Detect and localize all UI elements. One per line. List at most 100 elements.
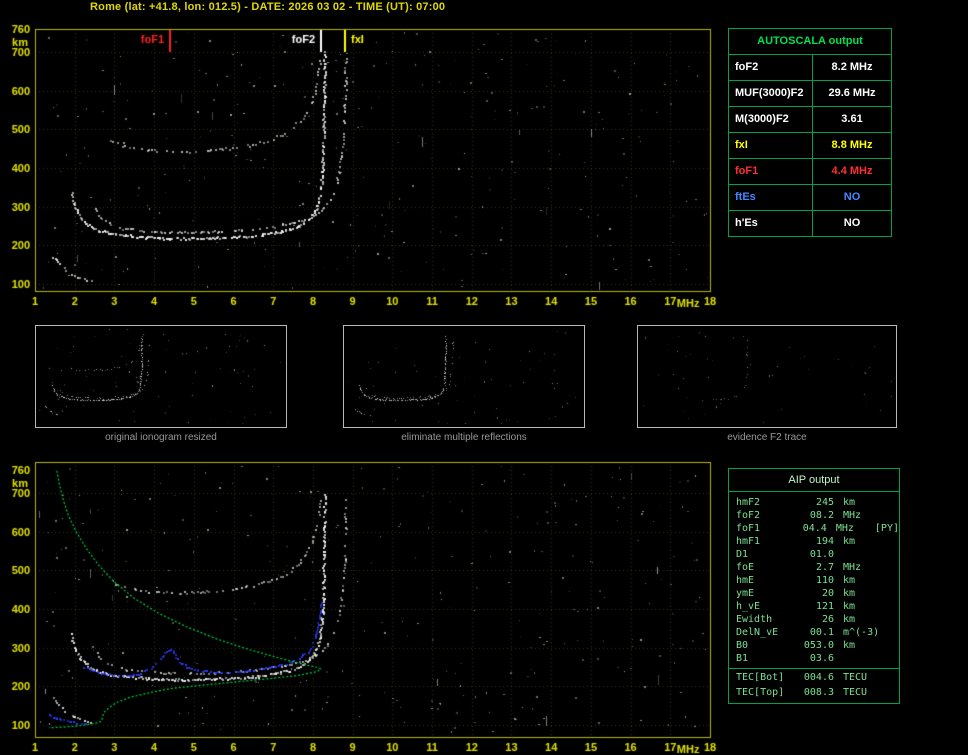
aip-note (883, 535, 899, 548)
aip-value: 2.7 (798, 561, 834, 574)
aip-value: 004.6 (798, 671, 834, 686)
aip-row-B1: B103.6 (729, 652, 899, 665)
autoscala-row-foF2: foF28.2 MHz (729, 55, 891, 81)
aip-label: foF2 (729, 509, 798, 522)
thumbnail-original-ionogram-canvas (36, 326, 286, 427)
aip-row-TEC[Bot]: TEC[Bot]004.6TECU (729, 668, 899, 686)
autoscala-row-value: 3.61 (813, 107, 891, 132)
autoscala-row-label: ftEs (729, 185, 813, 210)
autoscala-row-label: h'Es (729, 211, 813, 236)
aip-value: 00.1 (798, 626, 834, 639)
aip-output-table: AIP output hmF2245kmfoF208.2MHzfoF104.4M… (728, 468, 900, 704)
aip-value: 121 (798, 600, 834, 613)
aip-note (883, 587, 899, 600)
aip-label: DelN_vE (729, 626, 798, 639)
aip-unit: km (834, 535, 883, 548)
aip-note (883, 652, 899, 665)
aip-unit: km (834, 574, 883, 587)
aip-unit: km (834, 600, 883, 613)
aip-row-foE: foE2.7MHz (729, 561, 899, 574)
autoscala-row-value: 8.8 MHz (813, 133, 891, 158)
aip-row-Ewidth: Ewidth26km (729, 613, 899, 626)
aip-label: hmF2 (729, 496, 798, 509)
aip-row-DelN_vE: DelN_vE00.1m^(-3) (729, 626, 899, 639)
aip-label: ymE (729, 587, 798, 600)
aip-note: [PY] (873, 522, 899, 535)
aip-label: D1 (729, 548, 798, 561)
aip-note (883, 561, 899, 574)
aip-row-hmE: hmE110km (729, 574, 899, 587)
aip-label: TEC[Top] (729, 686, 798, 699)
thumbnail-f2-trace (637, 325, 897, 428)
aip-label: h_vE (729, 600, 798, 613)
thumbnail-multiples-removed-canvas (344, 326, 584, 427)
thumbnail-caption-f2: evidence F2 trace (637, 432, 897, 443)
autoscala-row-value: 29.6 MHz (813, 81, 891, 106)
aip-value: 04.4 (793, 522, 826, 535)
aip-note (883, 548, 899, 561)
autoscala-row-label: foF1 (729, 159, 813, 184)
aip-value: 20 (798, 587, 834, 600)
aip-unit: MHz (834, 509, 883, 522)
aip-unit: km (834, 587, 883, 600)
thumbnail-f2-trace-canvas (638, 326, 896, 427)
aip-row-ymE: ymE20km (729, 587, 899, 600)
aip-value: 245 (798, 496, 834, 509)
aip-label: B1 (729, 652, 798, 665)
aip-value: 03.6 (798, 652, 834, 665)
aip-row-D1: D101.0 (729, 548, 899, 561)
page-title: Rome (lat: +41.8, lon: 012.5) - DATE: 20… (90, 1, 445, 13)
autoscala-row-value: 8.2 MHz (813, 55, 891, 80)
aip-unit: km (834, 639, 883, 652)
aip-note (883, 671, 899, 686)
autoscala-row-value: NO (813, 185, 891, 210)
aip-row-B0: B0053.0km (729, 639, 899, 652)
autoscala-row-label: M(3000)F2 (729, 107, 813, 132)
aip-note (883, 613, 899, 626)
aip-unit (834, 548, 883, 561)
aip-note (883, 626, 899, 639)
bottom-ionogram-canvas (0, 456, 726, 755)
aip-note (883, 600, 899, 613)
thumbnail-original-ionogram (35, 325, 287, 428)
aip-note (883, 639, 899, 652)
aip-value: 08.2 (798, 509, 834, 522)
autoscala-table-rows: foF28.2 MHzMUF(3000)F229.6 MHzM(3000)F23… (729, 55, 891, 236)
autoscala-row-label: foF2 (729, 55, 813, 80)
autoscala-row-MUF(3000)F2: MUF(3000)F229.6 MHz (729, 81, 891, 107)
aip-row-TEC[Top]: TEC[Top]008.3TECU (729, 686, 899, 699)
aip-unit: km (834, 613, 883, 626)
aip-value: 110 (798, 574, 834, 587)
aip-row-foF1: foF104.4MHz[PY] (729, 522, 899, 535)
autoscala-output-table: AUTOSCALA output foF28.2 MHzMUF(3000)F22… (728, 28, 892, 237)
aip-row-hmF2: hmF2245km (729, 496, 899, 509)
aip-value: 194 (798, 535, 834, 548)
aip-value: 26 (798, 613, 834, 626)
aip-table-rows: hmF2245kmfoF208.2MHzfoF104.4MHz[PY]hmF11… (729, 492, 899, 699)
autoscala-row-value: 4.4 MHz (813, 159, 891, 184)
aip-value: 008.3 (798, 686, 834, 699)
aip-unit: m^(-3) (834, 626, 883, 639)
aip-unit: TECU (834, 686, 883, 699)
aip-value: 01.0 (798, 548, 834, 561)
aip-value: 053.0 (798, 639, 834, 652)
aip-label: hmE (729, 574, 798, 587)
autoscala-table-title: AUTOSCALA output (729, 29, 891, 55)
aip-unit: MHz (827, 522, 873, 535)
aip-row-foF2: foF208.2MHz (729, 509, 899, 522)
aip-label: foF1 (729, 522, 793, 535)
autoscala-row-foF1: foF14.4 MHz (729, 159, 891, 185)
autoscala-row-value: NO (813, 211, 891, 236)
autoscala-row-fxI: fxI8.8 MHz (729, 133, 891, 159)
aip-row-h_vE: h_vE121km (729, 600, 899, 613)
autoscala-row-M(3000)F2: M(3000)F23.61 (729, 107, 891, 133)
aip-note (883, 496, 899, 509)
aip-label: Ewidth (729, 613, 798, 626)
autoscala-row-label: fxI (729, 133, 813, 158)
thumbnail-multiples-removed (343, 325, 585, 428)
autoscala-row-label: MUF(3000)F2 (729, 81, 813, 106)
aip-row-hmF1: hmF1194km (729, 535, 899, 548)
thumbnail-caption-original: original ionogram resized (35, 432, 287, 443)
aip-unit (834, 652, 883, 665)
aip-unit: MHz (834, 561, 883, 574)
